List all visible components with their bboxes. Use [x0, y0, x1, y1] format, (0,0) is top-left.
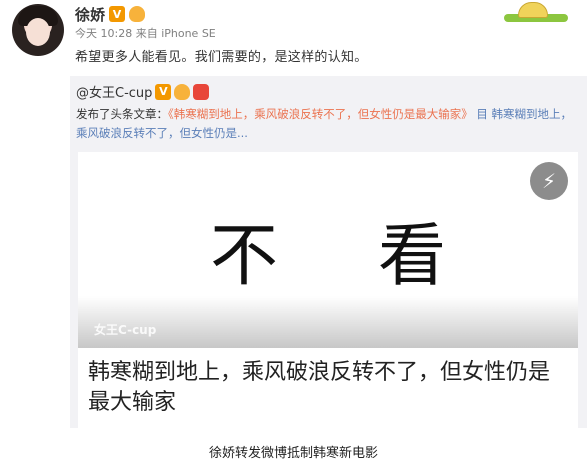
repost-block[interactable]: @女王C-cup V 发布了头条文章：《韩寒糊到地上，乘风破浪反转不了，但女性仍…: [70, 76, 587, 428]
member-flame-icon: [174, 83, 191, 100]
weibo-post: 徐娇 V 今天 10:28 来自 iPhone SE 希望更多人能看见。我们需要…: [0, 0, 587, 430]
card-headline: 不看: [209, 217, 546, 296]
article-card-title[interactable]: 韩寒糊到地上，乘风破浪反转不了，但女性仍是最大输家: [78, 348, 578, 428]
sticker-shell: [518, 2, 548, 18]
text-prefix: 发布了头条文章：: [76, 107, 168, 121]
original-username[interactable]: @女王C-cup: [76, 82, 152, 101]
avatar-face: [26, 18, 50, 46]
lightning-icon[interactable]: ⚡: [530, 162, 568, 200]
name-row: 徐娇 V: [75, 4, 146, 25]
username[interactable]: 徐娇: [75, 4, 105, 25]
verified-icon: V: [155, 83, 172, 100]
decorative-sticker: [500, 0, 572, 22]
post-content: 希望更多人能看见。我们需要的，是这样的认知。: [75, 50, 368, 65]
post-meta[interactable]: 今天 10:28 来自 iPhone SE: [75, 25, 216, 41]
member-flame-icon: [129, 6, 146, 22]
original-author-row: @女王C-cup V: [76, 82, 210, 101]
article-card-image[interactable]: 不看 女王C-cup ⚡: [78, 152, 578, 348]
card-watermark: 女王C-cup: [94, 323, 157, 337]
image-caption: 徐娇转发微博抵制韩寒新电影: [208, 446, 378, 461]
original-post-text: 发布了头条文章：《韩寒糊到地上，乘风破浪反转不了，但女性仍是最大输家》 目 韩寒…: [76, 105, 581, 143]
member-heart-icon: [193, 83, 210, 100]
avatar[interactable]: [12, 4, 64, 56]
article-link[interactable]: 《韩寒糊到地上，乘风破浪反转不了，但女性仍是最大输家》: [168, 107, 473, 121]
verified-icon: V: [109, 6, 126, 22]
